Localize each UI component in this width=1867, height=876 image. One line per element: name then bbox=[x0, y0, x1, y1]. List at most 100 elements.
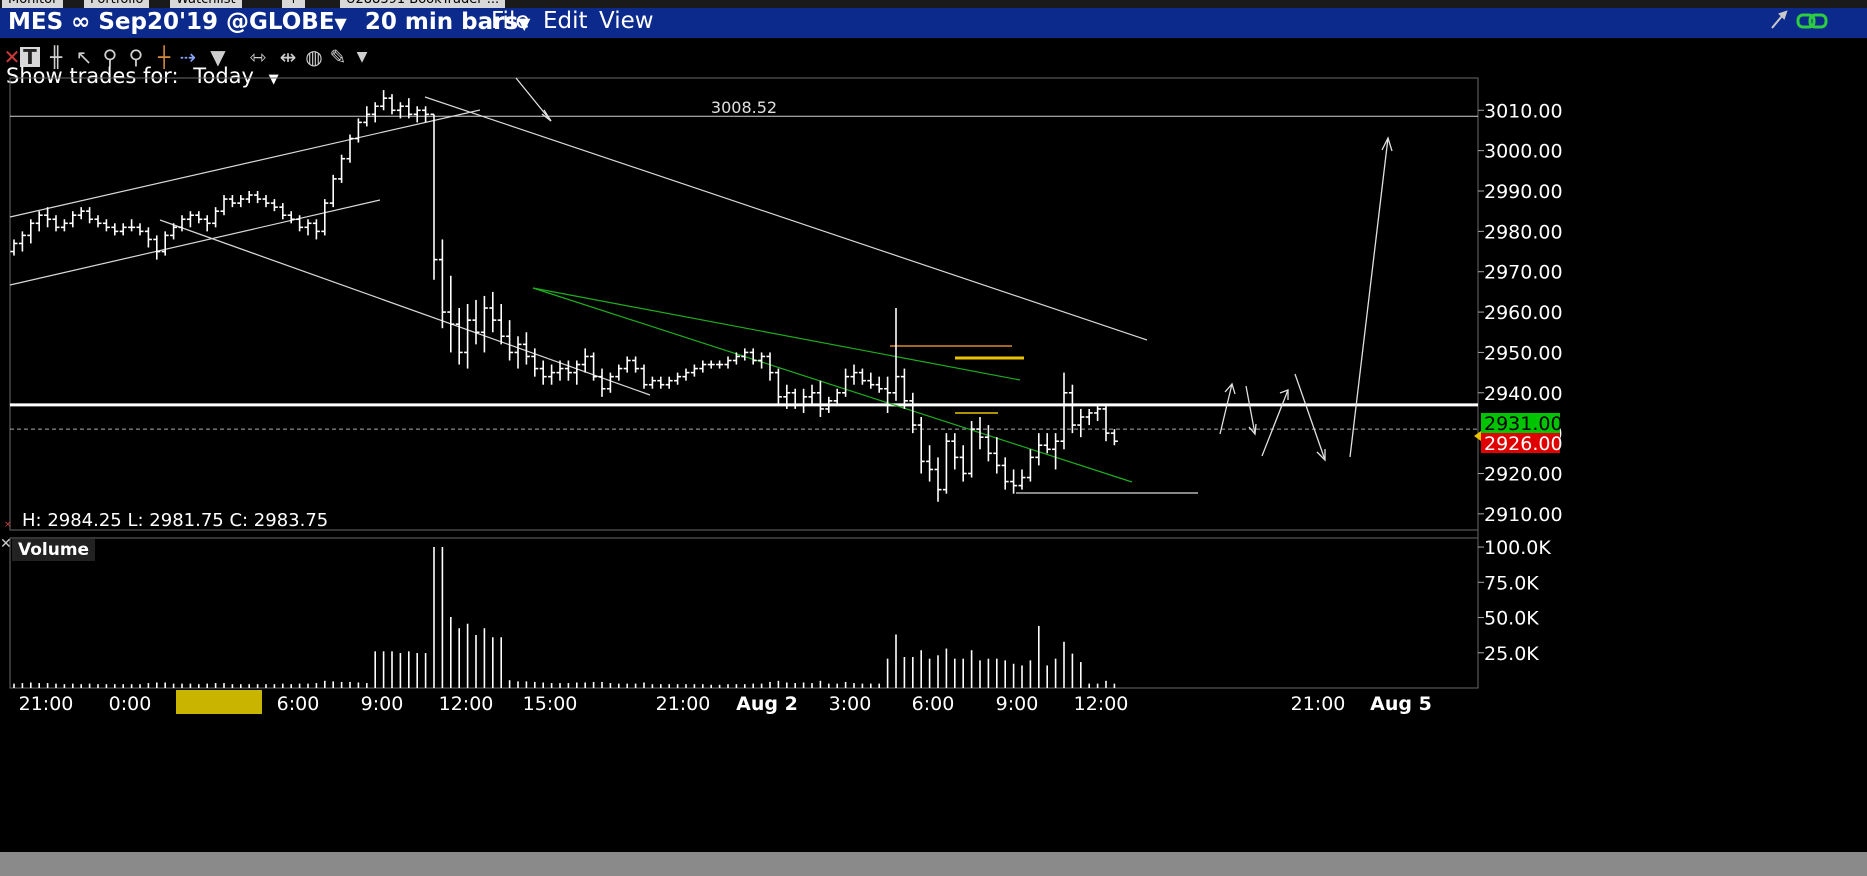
ohlc-bar bbox=[875, 376, 883, 393]
ohlc-bar bbox=[472, 299, 480, 345]
ohlc-bar bbox=[1001, 457, 1009, 490]
volume-tick-label: 100.0K bbox=[1484, 537, 1551, 559]
ohlc-bar bbox=[1085, 408, 1093, 426]
ohlc-bar bbox=[455, 308, 463, 365]
ohlc-bar bbox=[1102, 404, 1110, 442]
ohlc-bar bbox=[842, 368, 850, 397]
price-tick-label: 2910.00 bbox=[1484, 504, 1563, 526]
volume-panel-frame bbox=[9, 537, 1479, 689]
ohlc-bar bbox=[867, 372, 875, 389]
ohlc-bar bbox=[598, 368, 606, 397]
ohlc-bar bbox=[52, 215, 60, 232]
price-tick-label: 2950.00 bbox=[1484, 342, 1563, 364]
ohlc-bar bbox=[766, 352, 774, 381]
ohlc-bar bbox=[86, 207, 94, 224]
ohlc-bar bbox=[1010, 469, 1018, 494]
ohlc-bar bbox=[254, 191, 262, 204]
ohlc-bar bbox=[161, 231, 169, 256]
ohlc-bar bbox=[699, 360, 707, 373]
ohlc-bar bbox=[245, 191, 253, 204]
ohlc-bar bbox=[606, 372, 614, 393]
ohlc-bar bbox=[18, 231, 26, 252]
ohlc-bar bbox=[69, 211, 77, 228]
ohlc-bar bbox=[514, 336, 522, 369]
price-tick-label: 3000.00 bbox=[1484, 141, 1563, 163]
price-tick-label: 2920.00 bbox=[1484, 464, 1563, 486]
time-tick-label: 21:00 bbox=[656, 693, 711, 715]
ohlc-bar bbox=[539, 360, 547, 385]
ohlc-bar bbox=[270, 199, 278, 212]
price-tick-label: 2980.00 bbox=[1484, 221, 1563, 243]
price-chart[interactable]: 3010.00 3000.00 2990.00 2980.00 2970.00 2960.… bbox=[0, 0, 1867, 876]
bid-price: 2931.00 bbox=[1484, 413, 1563, 435]
ohlc-bar bbox=[993, 437, 1001, 474]
ohlc-bar bbox=[497, 304, 505, 345]
ohlc-bar bbox=[573, 360, 581, 385]
ohlc-bar bbox=[648, 376, 656, 389]
ohlc-bar bbox=[674, 372, 682, 385]
ohlc-bar bbox=[548, 364, 556, 385]
ohlc-bar bbox=[800, 388, 808, 413]
ohlc-bar bbox=[951, 433, 959, 470]
ohlc-bar bbox=[10, 239, 18, 256]
ohlc-bar bbox=[371, 102, 379, 123]
volume-tick-label: 25.0K bbox=[1484, 643, 1539, 665]
ohlc-bar bbox=[338, 154, 346, 183]
ohlc-bar bbox=[934, 457, 942, 502]
ohlc-bar bbox=[707, 360, 715, 369]
ohlc-bar bbox=[228, 195, 236, 208]
ohlc-bar bbox=[312, 219, 320, 240]
time-tick-label: Aug 2 bbox=[736, 693, 798, 715]
projection-arrow bbox=[1349, 137, 1389, 458]
projection-arrow bbox=[1261, 389, 1289, 457]
ohlc-bar bbox=[304, 219, 312, 236]
projection-arrow bbox=[1294, 373, 1326, 461]
ohlc-bar bbox=[153, 235, 161, 260]
ohlc-bar bbox=[1060, 372, 1068, 450]
ohlc-bar bbox=[136, 223, 144, 236]
ohlc-bar bbox=[590, 352, 598, 381]
time-tick-label: 3:00 bbox=[829, 693, 872, 715]
ohlc-bar bbox=[984, 425, 992, 462]
ohlc-bar bbox=[716, 360, 724, 369]
ohlc-bar bbox=[329, 174, 337, 208]
ohlc-bar bbox=[1094, 404, 1102, 422]
ask-price: 2926.00 bbox=[1484, 433, 1563, 455]
ohlc-bar bbox=[1068, 384, 1076, 434]
ohlc-bar bbox=[581, 348, 589, 373]
readout-close-icon: × bbox=[4, 520, 12, 530]
ohlc-bar bbox=[892, 308, 900, 401]
ohlc-bar bbox=[926, 445, 934, 482]
ohlc-bar bbox=[884, 376, 892, 413]
ohlc-bar bbox=[262, 195, 270, 208]
ohlc-bar bbox=[203, 215, 211, 232]
projection-arrow bbox=[1245, 385, 1256, 435]
ohlc-bar bbox=[942, 433, 950, 494]
time-tick-label: 6:00 bbox=[912, 693, 955, 715]
ohlc-bar bbox=[111, 223, 119, 236]
time-tick-label: 21:00 bbox=[19, 693, 74, 715]
ohlc-bar bbox=[195, 211, 203, 224]
ohlc-bar bbox=[413, 106, 421, 123]
time-tick-label: 9:00 bbox=[996, 693, 1039, 715]
time-tick-label: Aug 5 bbox=[1370, 693, 1432, 715]
ohlc-bar bbox=[690, 364, 698, 377]
ohlc-bar bbox=[665, 376, 673, 389]
ohlc-bar bbox=[1035, 433, 1043, 466]
time-tick-label: 12:00 bbox=[439, 693, 494, 715]
ohlc-bar bbox=[850, 364, 858, 385]
ohlc-bar bbox=[464, 304, 472, 369]
date-scrollbar[interactable] bbox=[0, 852, 1867, 876]
ohlc-bar bbox=[354, 118, 362, 143]
price-tick-label: 3010.00 bbox=[1484, 100, 1563, 122]
ohlc-bar bbox=[60, 219, 68, 232]
ohlc-bar bbox=[522, 332, 530, 365]
ohlc-bar bbox=[900, 368, 908, 409]
ohlc-bar bbox=[623, 356, 631, 373]
time-tick-label: 9:00 bbox=[361, 693, 404, 715]
ohlc-bar bbox=[128, 219, 136, 232]
ohlc-bar bbox=[144, 227, 152, 248]
trend-line bbox=[424, 96, 1148, 341]
ohlc-bar bbox=[220, 195, 228, 216]
time-tick-label: 21:00 bbox=[1291, 693, 1346, 715]
